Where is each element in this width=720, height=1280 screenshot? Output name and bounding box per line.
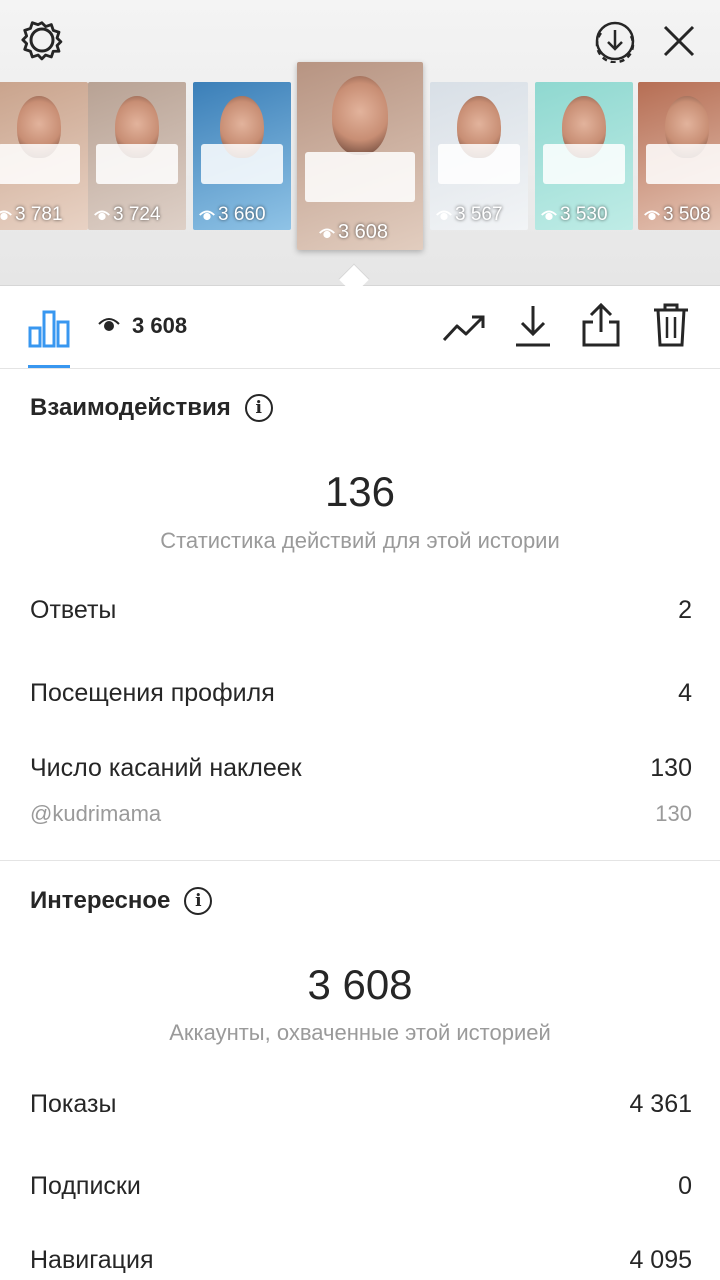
info-icon[interactable]: i [244, 394, 273, 422]
story-text-card [543, 144, 625, 184]
download-circle-icon[interactable] [592, 18, 638, 64]
interactions-total: 136 [324, 468, 396, 515]
story-text-card [0, 144, 80, 184]
story-thumbnail[interactable]: 3 530 [535, 82, 633, 230]
stat-value: 0 [678, 1172, 692, 1200]
interactions-caption: Статистика действий для этой истории [160, 528, 560, 553]
stat-value: 4 361 [629, 1090, 692, 1118]
stat-label: Число касаний наклеек [30, 754, 302, 782]
story-views-value: 3 530 [560, 204, 608, 225]
stat-label: Посещения профиля [30, 679, 275, 707]
section-divider [0, 860, 720, 861]
story-views-value: 3 781 [15, 204, 63, 225]
story-text-card [96, 144, 178, 184]
stat-label: Ответы [30, 596, 117, 624]
story-text-card [646, 144, 720, 184]
story-thumbnail[interactable]: 3 781 [0, 82, 88, 230]
story-views-value: 3 508 [663, 204, 711, 225]
trend-icon[interactable] [440, 305, 488, 351]
discovery-total: 3 608 [307, 961, 413, 1008]
eye-icon [94, 210, 110, 221]
story-views-count: 3 724 [94, 204, 161, 226]
trash-icon[interactable] [648, 299, 694, 351]
story-views-value: 3 660 [218, 204, 266, 225]
story-thumbnail[interactable]: 3 567 [430, 82, 528, 230]
close-icon[interactable] [656, 18, 702, 64]
info-icon[interactable]: i [184, 887, 213, 915]
story-text-card [438, 144, 520, 184]
story-views-count: 3 508 [644, 204, 711, 226]
mention-label[interactable]: @kudrimama [30, 801, 161, 827]
eye-icon [98, 316, 120, 337]
stat-row-profile-visits: Посещения профиля 4 [30, 679, 692, 708]
eye-icon [199, 210, 215, 221]
download-icon[interactable] [510, 301, 556, 351]
stories-strip: 3 781 3 724 3 660 3 608 3 567 3 530 3 508 [0, 0, 720, 286]
eye-icon [319, 227, 335, 238]
mention-value: 130 [655, 801, 692, 826]
stat-row-mention: @kudrimama 130 [30, 801, 692, 827]
story-views-value: 3 724 [113, 204, 161, 225]
stat-label: Показы [30, 1090, 117, 1118]
stat-row-sticker-taps: Число касаний наклеек 130 [30, 754, 692, 783]
stat-label: Подписки [30, 1172, 141, 1200]
story-views-count: 3 781 [0, 204, 63, 226]
bar-chart-icon[interactable] [26, 305, 72, 351]
stat-value: 2 [678, 596, 692, 624]
eye-icon [436, 210, 452, 221]
story-thumbnails: 3 781 3 724 3 660 3 608 3 567 3 530 3 508 [0, 62, 720, 252]
story-views-value: 3 608 [338, 221, 389, 243]
stat-value: 130 [650, 754, 692, 782]
interactions-header: Взаимодействия i [30, 394, 273, 422]
eye-icon [541, 210, 557, 221]
story-text-card [201, 144, 283, 184]
stat-row-replies: Ответы 2 [30, 596, 692, 625]
story-preview-image [332, 76, 388, 155]
gear-icon[interactable] [18, 16, 66, 64]
story-thumbnail[interactable]: 3 660 [193, 82, 291, 230]
active-tab-indicator [28, 365, 70, 368]
stat-row-navigation: Навигация 4 095 [30, 1246, 692, 1275]
story-thumbnail[interactable]: 3 724 [88, 82, 186, 230]
story-views: 3 608 [98, 313, 187, 339]
story-text-card [305, 152, 415, 202]
discovery-title: Интересное [30, 887, 171, 914]
views-count: 3 608 [132, 313, 188, 338]
stat-value: 4 [678, 679, 692, 707]
story-views-count: 3 530 [541, 204, 608, 226]
stat-row-impressions: Показы 4 361 [30, 1090, 692, 1119]
eye-icon [644, 210, 660, 221]
story-views-value: 3 567 [455, 204, 503, 225]
story-views-count: 3 608 [319, 221, 388, 244]
discovery-header: Интересное i [30, 887, 213, 915]
eye-icon [0, 210, 12, 221]
story-views-count: 3 567 [436, 204, 503, 226]
interactions-title: Взаимодействия [30, 394, 231, 421]
story-thumbnail[interactable]: 3 508 [638, 82, 720, 230]
story-views-count: 3 660 [199, 204, 266, 226]
stat-label: Навигация [30, 1246, 154, 1274]
share-icon[interactable] [578, 299, 624, 351]
stat-row-follows: Подписки 0 [30, 1172, 692, 1201]
story-toolbar: 3 608 [0, 287, 720, 369]
story-thumbnail-current[interactable]: 3 608 [297, 62, 423, 250]
stat-value: 4 095 [629, 1246, 692, 1274]
discovery-caption: Аккаунты, охваченные этой историей [169, 1020, 551, 1045]
